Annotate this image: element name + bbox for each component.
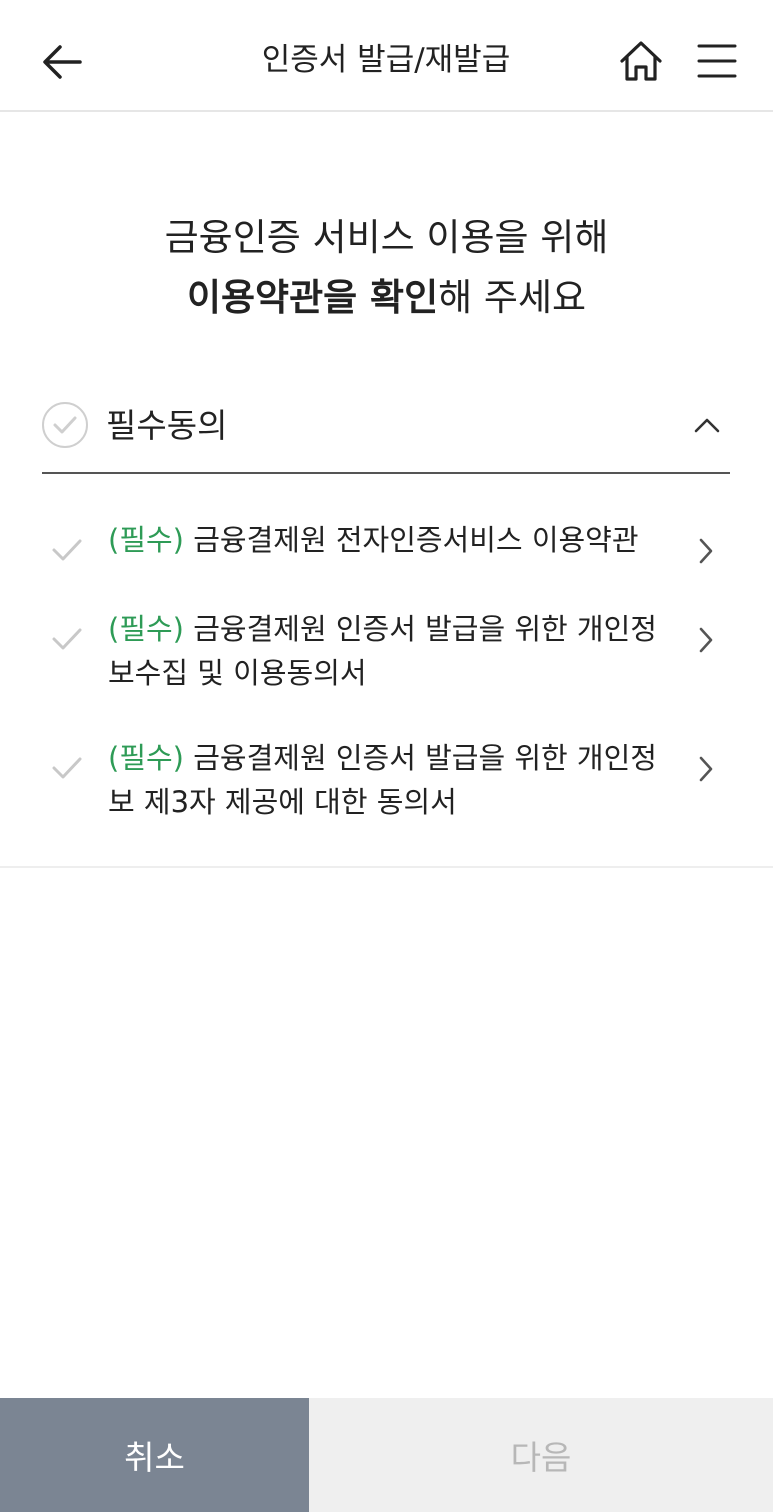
term-title: 금융결제원 인증서 발급을 위한 개인정보수집 및 이용동의서 xyxy=(108,612,657,690)
back-button[interactable] xyxy=(30,30,94,94)
agree-all-checkbox[interactable] xyxy=(42,402,88,448)
term-item-1[interactable]: (필수) 금융결제원 전자인증서비스 이용약관 xyxy=(42,518,730,566)
agree-all-row[interactable]: 필수동의 xyxy=(42,396,730,474)
headline-line2-bold: 이용약관을 확인 xyxy=(186,276,439,319)
agree-all-label: 필수동의 xyxy=(106,406,228,445)
required-tag: (필수) xyxy=(108,741,184,775)
terms-list: (필수) 금융결제원 전자인증서비스 이용약관 (필수) 금융결제원 인증서 발… xyxy=(0,474,773,868)
page-title: 인증서 발급/재발급 xyxy=(261,42,511,78)
collapse-toggle[interactable] xyxy=(690,410,724,440)
term-item-2[interactable]: (필수) 금융결제원 인증서 발급을 위한 개인정보수집 및 이용동의서 xyxy=(42,607,730,697)
chevron-up-icon xyxy=(694,418,720,433)
term-title: 금융결제원 인증서 발급을 위한 개인정보 제3자 제공에 대한 동의서 xyxy=(108,741,657,819)
term-text: (필수) 금융결제원 전자인증서비스 이용약관 xyxy=(108,518,678,562)
chevron-right-icon[interactable] xyxy=(696,625,716,655)
hamburger-menu-icon xyxy=(697,44,737,78)
home-button[interactable] xyxy=(610,30,672,92)
headline-line1: 금융인증 서비스 이용을 위해 xyxy=(164,216,609,259)
cancel-button[interactable]: 취소 xyxy=(0,1398,309,1512)
check-icon[interactable] xyxy=(50,536,84,564)
headline-line2-rest: 해 주세요 xyxy=(438,276,587,319)
term-item-3[interactable]: (필수) 금융결제원 인증서 발급을 위한 개인정보 제3자 제공에 대한 동의… xyxy=(42,736,730,826)
check-icon xyxy=(53,416,77,434)
term-title: 금융결제원 전자인증서비스 이용약관 xyxy=(184,523,639,557)
menu-button[interactable] xyxy=(686,30,748,92)
term-text: (필수) 금융결제원 인증서 발급을 위한 개인정보 제3자 제공에 대한 동의… xyxy=(108,736,678,824)
header-bar: 인증서 발급/재발급 xyxy=(0,0,773,112)
required-tag: (필수) xyxy=(108,523,184,557)
footer-buttons: 취소 다음 xyxy=(0,1398,773,1512)
term-text: (필수) 금융결제원 인증서 발급을 위한 개인정보수집 및 이용동의서 xyxy=(108,607,678,695)
required-tag: (필수) xyxy=(108,612,184,646)
next-button[interactable]: 다음 xyxy=(309,1398,773,1512)
home-icon xyxy=(620,41,662,81)
check-icon[interactable] xyxy=(50,754,84,782)
arrow-left-icon xyxy=(43,45,82,79)
headline-line2: 이용약관을 확인해 주세요 xyxy=(0,268,773,328)
check-icon[interactable] xyxy=(50,625,84,653)
chevron-right-icon[interactable] xyxy=(696,536,716,566)
headline: 금융인증 서비스 이용을 위해 이용약관을 확인해 주세요 xyxy=(0,208,773,328)
chevron-right-icon[interactable] xyxy=(696,754,716,784)
